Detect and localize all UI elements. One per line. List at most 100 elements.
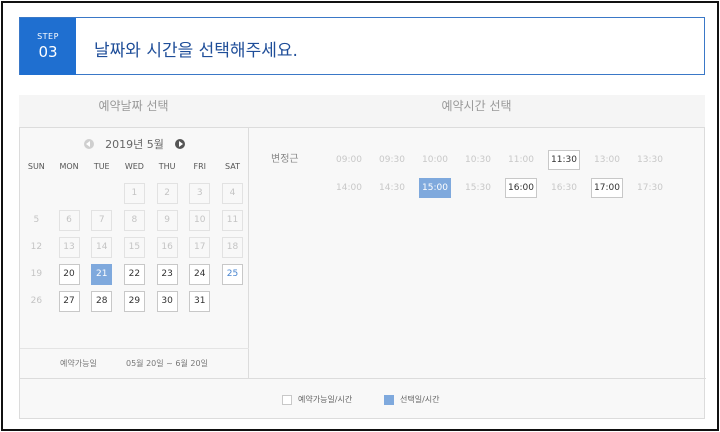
staff-name: 변정근 [271, 154, 299, 165]
calendar-day: 19 [20, 261, 53, 288]
calendar-day: 7 [85, 207, 118, 234]
calendar-day-number: 29 [123, 291, 145, 312]
weekday-label: SUN [27, 162, 45, 171]
calendar-day-number: 8 [123, 210, 145, 231]
calendar-day-number: 7 [91, 210, 113, 231]
calendar-day: 11 [216, 207, 249, 234]
calendar-day-number: 10 [189, 210, 211, 231]
time-slot[interactable]: 17:00 [591, 178, 623, 198]
calendar-day[interactable]: 23 [151, 261, 184, 288]
calendar-day[interactable]: 20 [53, 261, 86, 288]
calendar-day[interactable]: 21 [85, 261, 118, 288]
calendar-day-number: 11 [221, 210, 243, 231]
legend: 예약가능일/시간 선택일/시간 [20, 378, 706, 418]
calendar-day: 26 [20, 288, 53, 315]
calendar-day-number: 28 [91, 291, 113, 312]
legend-selected-label: 선택일/시간 [400, 395, 440, 404]
calendar-day-number: 9 [156, 210, 178, 231]
calendar-day[interactable]: 24 [183, 261, 216, 288]
selected-swatch [384, 394, 394, 405]
calendar-header: 예약날짜 선택 [98, 99, 169, 113]
calendar-day[interactable]: 31 [183, 288, 216, 315]
next-month-icon[interactable] [175, 139, 186, 149]
calendar-day-number: 15 [123, 237, 145, 258]
calendar-day: 3 [183, 180, 216, 207]
calendar-day-number: 1 [123, 183, 145, 204]
calendar-day-number: 3 [189, 183, 211, 204]
calendar-day: 8 [118, 207, 151, 234]
time-slot: 13:00 [594, 155, 620, 165]
calendar-day-number [222, 291, 243, 312]
calendar-day-number: 4 [221, 183, 243, 204]
weekday-label: FRI [193, 162, 207, 171]
time-slot: 10:00 [422, 155, 448, 165]
calendar-day: 13 [53, 234, 86, 261]
calendar-day: 1 [118, 180, 151, 207]
calendar-day-number: 6 [58, 210, 80, 231]
legend-available-label: 예약가능일/시간 [298, 395, 353, 404]
calendar-day[interactable]: 30 [151, 288, 184, 315]
calendar-day: 5 [20, 207, 53, 234]
legend-selected: 선택일/시간 [384, 394, 440, 405]
calendar-day-number: 31 [189, 291, 211, 312]
weekday-row: SUN MON TUE WED THU FRI SAT [20, 162, 249, 171]
calendar-day-number: 20 [58, 264, 80, 285]
time-slot: 10:30 [465, 155, 491, 165]
weekday-label: WED [124, 162, 144, 171]
calendar-day-number: 12 [30, 242, 43, 252]
calendar-day-number: 16 [156, 237, 178, 258]
weekday-label: THU [158, 162, 176, 171]
calendar-day: 18 [216, 234, 249, 261]
time-slot: 17:30 [637, 183, 663, 193]
calendar-day-number [91, 183, 112, 204]
available-swatch [282, 394, 292, 405]
time-slot: 16:30 [551, 183, 577, 193]
calendar-week: 1234 [20, 180, 249, 207]
time-slot: 15:30 [465, 183, 491, 193]
time-selector: 변정근 09:00 09:30 10:00 10:30 11:00 11:30 13:00 1… [249, 128, 704, 378]
prev-month-icon[interactable] [83, 139, 94, 149]
time-slot: 09:00 [336, 155, 362, 165]
calendar-day: 4 [216, 180, 249, 207]
calendar-day: 17 [183, 234, 216, 261]
page-frame: STEP 03 날짜와 시간을 선택해주세요. 예약날짜 선택 예약시간 선택 … [1, 1, 719, 431]
calendar-day: 10 [183, 207, 216, 234]
time-slot[interactable]: 15:00 [419, 178, 451, 198]
time-slot: 09:30 [379, 155, 405, 165]
calendar-day-number: 26 [30, 296, 43, 306]
calendar-day-number: 18 [221, 237, 243, 258]
calendar-day-number: 25 [221, 264, 243, 285]
range-label: 예약가능일 [60, 359, 97, 368]
legend-available: 예약가능일/시간 [282, 394, 352, 405]
step-badge: STEP 03 [20, 18, 76, 75]
calendar-day: 9 [151, 207, 184, 234]
calendar-day[interactable]: 28 [85, 288, 118, 315]
time-slot: 14:30 [379, 183, 405, 193]
calendar-day-number: 2 [156, 183, 178, 204]
calendar-week: 19 20 21 22 23 24 25 [20, 261, 249, 288]
calendar-day: 14 [85, 234, 118, 261]
calendar-day-number: 17 [189, 237, 211, 258]
calendar-day: 6 [53, 207, 86, 234]
calendar-day-number: 23 [156, 264, 178, 285]
time-slot: 13:30 [637, 155, 663, 165]
calendar-grid: 1 2 3 4 5 6 7 8 9 10 11 12 13 14 15 16 17 18 19 20 21 22 23 24 2… [20, 180, 249, 315]
month-nav: 2019년 5월 [20, 136, 249, 152]
calendar-day[interactable]: 27 [53, 288, 86, 315]
time-slot: 14:00 [336, 183, 362, 193]
calendar-week: 12 13 14 15 16 17 18 [20, 234, 249, 261]
calendar-day: 2 [151, 180, 184, 207]
calendar-day-number: 27 [58, 291, 80, 312]
calendar-day[interactable]: 29 [118, 288, 151, 315]
calendar-empty-cell [20, 180, 53, 207]
calendar-empty-cell [85, 180, 118, 207]
calendar-day-number: 24 [189, 264, 211, 285]
calendar-day[interactable]: 22 [118, 261, 151, 288]
time-slot[interactable]: 16:00 [505, 178, 537, 198]
calendar-day-number: 5 [33, 215, 40, 225]
calendar-empty-cell [216, 288, 249, 315]
time-slot[interactable]: 11:30 [548, 150, 580, 170]
month-label: 2019년 5월 [105, 138, 164, 151]
step-title: 날짜와 시간을 선택해주세요. [94, 41, 298, 61]
calendar-day[interactable]: 25 [216, 261, 249, 288]
